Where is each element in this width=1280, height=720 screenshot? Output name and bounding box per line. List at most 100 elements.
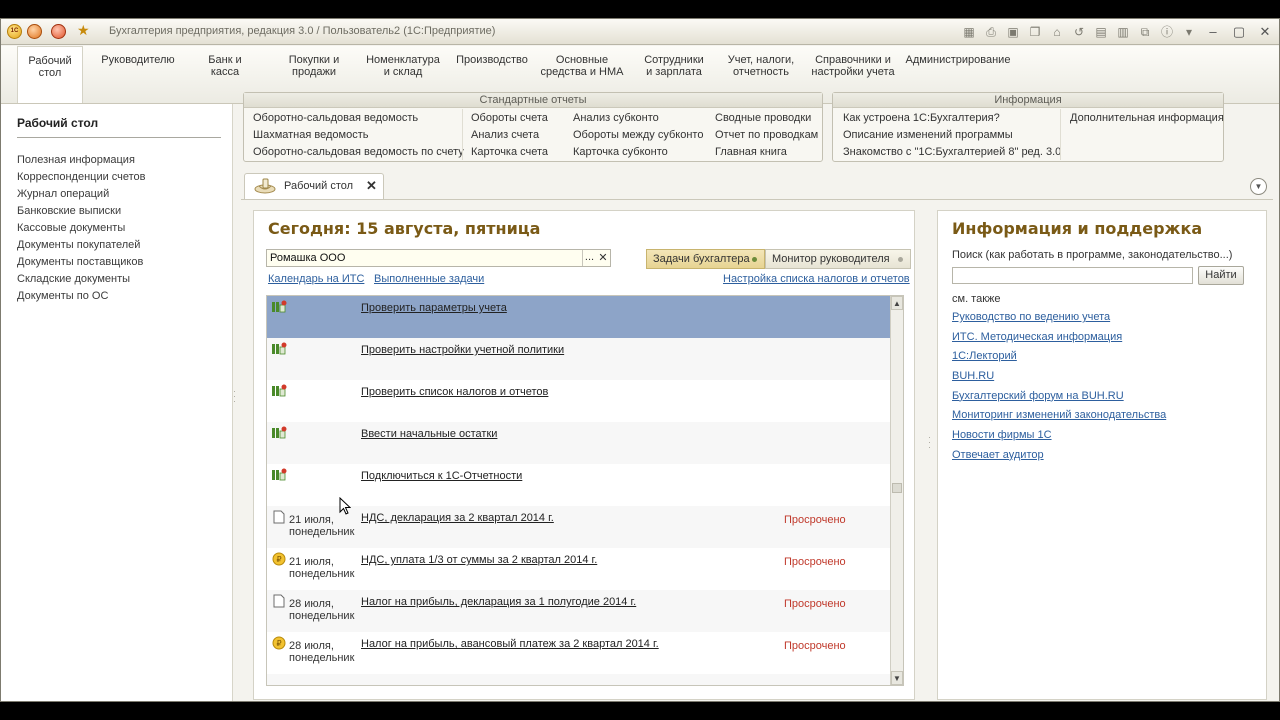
info-icon[interactable]: ⓘ bbox=[1159, 24, 1175, 40]
section-bank-cash[interactable]: Банк и касса bbox=[195, 54, 255, 78]
table-row[interactable]: Проверить параметры учета bbox=[267, 296, 892, 338]
table-row[interactable]: Ввести начальные остатки bbox=[267, 422, 892, 464]
print-icon[interactable]: ⎙ bbox=[983, 24, 999, 40]
segment-manager-monitor[interactable]: Монитор руководителя bbox=[765, 249, 911, 269]
tab-close-icon[interactable]: ✕ bbox=[366, 178, 377, 194]
info-link[interactable]: Описание изменений программы bbox=[843, 129, 1013, 141]
nav-item-operations-journal[interactable]: Журнал операций bbox=[17, 188, 146, 205]
section-manager[interactable]: Руководителю bbox=[99, 54, 177, 66]
table-row[interactable]: 21 июля, понедельник НДС, декларация за 2… bbox=[267, 506, 892, 548]
support-link[interactable]: Новости фирмы 1С bbox=[952, 429, 1166, 449]
main-menu-icon[interactable] bbox=[27, 24, 42, 39]
support-link[interactable]: Отвечает аудитор bbox=[952, 449, 1166, 469]
support-link[interactable]: ИТС. Методическая информация bbox=[952, 331, 1166, 351]
info-link[interactable]: Дополнительная информация bbox=[1070, 112, 1224, 124]
middle-splitter[interactable]: · · · bbox=[928, 433, 931, 452]
task-link[interactable]: Проверить список налогов и отчетов bbox=[361, 386, 548, 398]
collapse-panels-icon[interactable]: ▼ bbox=[1250, 178, 1267, 195]
favorites-star-icon[interactable]: ★ bbox=[77, 22, 90, 39]
nav-item-cash-documents[interactable]: Кассовые документы bbox=[17, 222, 146, 239]
left-splitter[interactable]: · · · bbox=[233, 387, 236, 406]
report-link[interactable]: Отчет по проводкам bbox=[715, 129, 818, 141]
dropdown-icon[interactable]: ▾ bbox=[1181, 24, 1197, 40]
section-administration[interactable]: Администрирование bbox=[905, 54, 1011, 66]
system-close-icon[interactable] bbox=[51, 24, 66, 39]
support-search-input[interactable] bbox=[952, 267, 1193, 284]
section-desktop[interactable]: Рабочий стол bbox=[17, 46, 83, 103]
nav-item-bank-statements[interactable]: Банковские выписки bbox=[17, 205, 146, 222]
support-link[interactable]: Бухгалтерский форум на BUH.RU bbox=[952, 390, 1166, 410]
copy-icon[interactable]: ❐ bbox=[1027, 24, 1043, 40]
task-link[interactable]: НДС, уплата 1/3 от суммы за 2 квартал 20… bbox=[361, 554, 597, 566]
nav-item-buyer-documents[interactable]: Документы покупателей bbox=[17, 239, 146, 256]
table-row[interactable]: 28 июля, понедельник Налог на прибыль, де… bbox=[267, 590, 892, 632]
report-link[interactable]: Сводные проводки bbox=[715, 112, 811, 124]
section-fixed-assets[interactable]: Основные средства и НМА bbox=[539, 54, 625, 78]
organization-clear-button[interactable]: ✕ bbox=[597, 250, 609, 266]
minimize-button[interactable]: – bbox=[1203, 24, 1223, 40]
support-search-button[interactable]: Найти bbox=[1198, 266, 1244, 285]
report-link[interactable]: Обороты счета bbox=[471, 112, 548, 124]
nav-item-supplier-documents[interactable]: Документы поставщиков bbox=[17, 256, 146, 273]
table-row[interactable]: ₽28 июля, понедельник Налог на прибыль, а… bbox=[267, 632, 892, 674]
section-production[interactable]: Производство bbox=[453, 54, 531, 66]
task-link[interactable]: НДС, декларация за 2 квартал 2014 г. bbox=[361, 512, 554, 524]
task-link[interactable]: Ввести начальные остатки bbox=[361, 428, 497, 440]
task-link[interactable]: Подключиться к 1С-Отчетности bbox=[361, 470, 522, 482]
table-row[interactable]: ₽21 июля, понедельник НДС, уплата 1/3 от … bbox=[267, 548, 892, 590]
nav-item-fixed-asset-documents[interactable]: Документы по ОС bbox=[17, 290, 146, 307]
windows-icon[interactable]: ⧉ bbox=[1137, 24, 1153, 40]
scroll-down-icon[interactable]: ▼ bbox=[891, 671, 903, 685]
tasks-scrollbar[interactable]: ▲ ▼ bbox=[890, 296, 903, 685]
section-taxes-reports[interactable]: Учет, налоги, отчетность bbox=[723, 54, 799, 78]
report-link[interactable]: Анализ субконто bbox=[573, 112, 659, 124]
tab-desktop[interactable]: Рабочий стол ✕ bbox=[244, 173, 384, 199]
report-link[interactable]: Оборотно-сальдовая ведомость bbox=[253, 112, 418, 124]
section-catalogs-settings[interactable]: Справочники и настройки учета bbox=[807, 54, 899, 78]
task-link[interactable]: Проверить настройки учетной политики bbox=[361, 344, 564, 356]
section-nomenclature[interactable]: Номенклатура и склад bbox=[363, 54, 443, 78]
table-row[interactable]: Проверить список налогов и отчетов bbox=[267, 380, 892, 422]
calculator-icon[interactable]: ▤ bbox=[1093, 24, 1109, 40]
organization-input[interactable] bbox=[267, 250, 587, 266]
task-link[interactable]: Проверить параметры учета bbox=[361, 302, 507, 314]
task-link[interactable]: Налог на прибыль, авансовый платеж за 2 … bbox=[361, 638, 659, 650]
scroll-thumb[interactable] bbox=[892, 483, 902, 493]
scroll-up-icon[interactable]: ▲ bbox=[891, 296, 903, 310]
report-link[interactable]: Карточка субконто bbox=[573, 146, 668, 158]
report-link[interactable]: Анализ счета bbox=[471, 129, 539, 141]
organization-field[interactable]: ... ✕ bbox=[266, 249, 611, 267]
organization-select-button[interactable]: ... bbox=[582, 250, 596, 266]
close-button[interactable]: ✕ bbox=[1255, 24, 1275, 40]
table-row[interactable]: Проверить настройки учетной политики bbox=[267, 338, 892, 380]
section-purchases-sales[interactable]: Покупки и продажи bbox=[279, 54, 349, 78]
support-link[interactable]: 1С:Лекторий bbox=[952, 350, 1166, 370]
segment-accountant-tasks[interactable]: Задачи бухгалтера bbox=[646, 249, 765, 269]
report-link[interactable]: Оборотно-сальдовая ведомость по счету bbox=[253, 146, 464, 158]
nav-item-warehouse-documents[interactable]: Складские документы bbox=[17, 273, 146, 290]
report-link[interactable]: Карточка счета bbox=[471, 146, 548, 158]
info-link[interactable]: Знакомство с "1С:Бухгалтерией 8" ред. 3.… bbox=[843, 146, 1061, 158]
table-row[interactable]: Подключиться к 1С-Отчетности bbox=[267, 464, 892, 506]
support-link[interactable]: Руководство по ведению учета bbox=[952, 311, 1166, 331]
nav-item-useful-info[interactable]: Полезная информация bbox=[17, 154, 146, 171]
tax-list-settings-link[interactable]: Настройка списка налогов и отчетов bbox=[723, 273, 910, 285]
its-calendar-link[interactable]: Календарь на ИТС bbox=[268, 273, 364, 285]
completed-tasks-link[interactable]: Выполненные задачи bbox=[374, 273, 484, 285]
info-link[interactable]: Как устроена 1С:Бухгалтерия? bbox=[843, 112, 1000, 124]
task-link[interactable]: Налог на прибыль, декларация за 1 полуго… bbox=[361, 596, 636, 608]
report-link[interactable]: Обороты между субконто bbox=[573, 129, 703, 141]
nav-item-account-correspondence[interactable]: Корреспонденции счетов bbox=[17, 171, 146, 188]
save-icon[interactable]: ▣ bbox=[1005, 24, 1021, 40]
history-icon[interactable]: ↺ bbox=[1071, 24, 1087, 40]
calendar-icon[interactable]: ▥ bbox=[1115, 24, 1131, 40]
grid-icon[interactable]: ▦ bbox=[961, 24, 977, 40]
support-link[interactable]: BUH.RU bbox=[952, 370, 1166, 390]
section-salary[interactable]: Сотрудники и зарплата bbox=[639, 54, 709, 78]
maximize-button[interactable]: ▢ bbox=[1229, 24, 1249, 40]
home-icon[interactable]: ⌂ bbox=[1049, 24, 1065, 40]
report-link[interactable]: Шахматная ведомость bbox=[253, 129, 368, 141]
support-link[interactable]: Мониторинг изменений законодательства bbox=[952, 409, 1166, 429]
report-link[interactable]: Главная книга bbox=[715, 146, 787, 158]
app-logo-icon[interactable]: 1С bbox=[7, 24, 22, 39]
